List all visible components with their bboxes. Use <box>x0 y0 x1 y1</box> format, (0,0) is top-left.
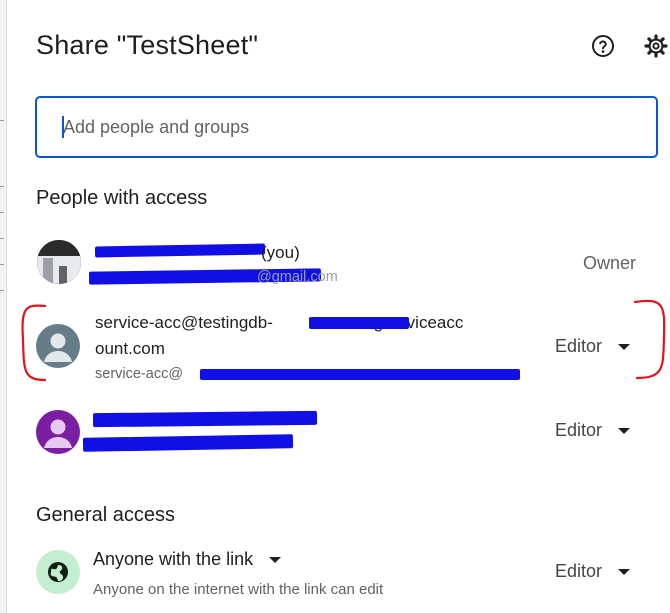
share-dialog: Share "TestSheet" Add people and groups … <box>7 0 670 613</box>
annotation-bracket-left <box>21 304 47 382</box>
photo-avatar <box>37 240 81 284</box>
service-account-name-line2: ount.com <box>95 339 165 358</box>
gear-icon[interactable] <box>644 34 668 58</box>
redaction-mark <box>92 410 318 428</box>
person-icon <box>36 410 80 454</box>
link-setting-description: Anyone on the internet with the link can… <box>93 581 384 598</box>
page: Share "TestSheet" Add people and groups … <box>0 0 670 613</box>
owner-email-suffix: @gmail.com <box>257 269 338 285</box>
role-label: Editor <box>555 561 603 581</box>
chevron-down-icon <box>269 556 282 563</box>
redaction-mark <box>82 434 294 452</box>
globe-icon <box>36 550 80 594</box>
service-account-name-prefix: service-acc@testingdb- <box>95 313 273 332</box>
role-label: Editor <box>555 420 603 440</box>
add-people-input[interactable] <box>35 96 658 158</box>
redaction-mark <box>200 369 520 380</box>
owner-name-suffix: (you) <box>261 243 300 262</box>
third-person-role-dropdown[interactable]: Editor <box>555 420 631 441</box>
general-access-heading: General access <box>36 504 175 526</box>
general-access-role-dropdown[interactable]: Editor <box>555 561 631 582</box>
dialog-title: Share "TestSheet" <box>36 30 259 60</box>
service-account-email-prefix: service-acc@ <box>95 366 184 382</box>
annotation-bracket-right <box>633 299 666 380</box>
service-account-role-dropdown[interactable]: Editor <box>555 336 631 357</box>
chevron-down-icon <box>618 427 631 434</box>
help-icon[interactable] <box>591 34 615 58</box>
link-setting-dropdown[interactable]: Anyone with the link <box>93 549 282 570</box>
redaction-mark <box>309 317 409 329</box>
role-label: Editor <box>555 336 603 356</box>
link-setting-label: Anyone with the link <box>93 549 254 569</box>
text-cursor <box>62 116 64 138</box>
chevron-down-icon <box>618 568 631 575</box>
people-with-access-heading: People with access <box>36 187 208 209</box>
redaction-mark <box>94 243 266 258</box>
owner-role-label: Owner <box>583 253 637 273</box>
background-sheet-edge <box>0 0 7 613</box>
